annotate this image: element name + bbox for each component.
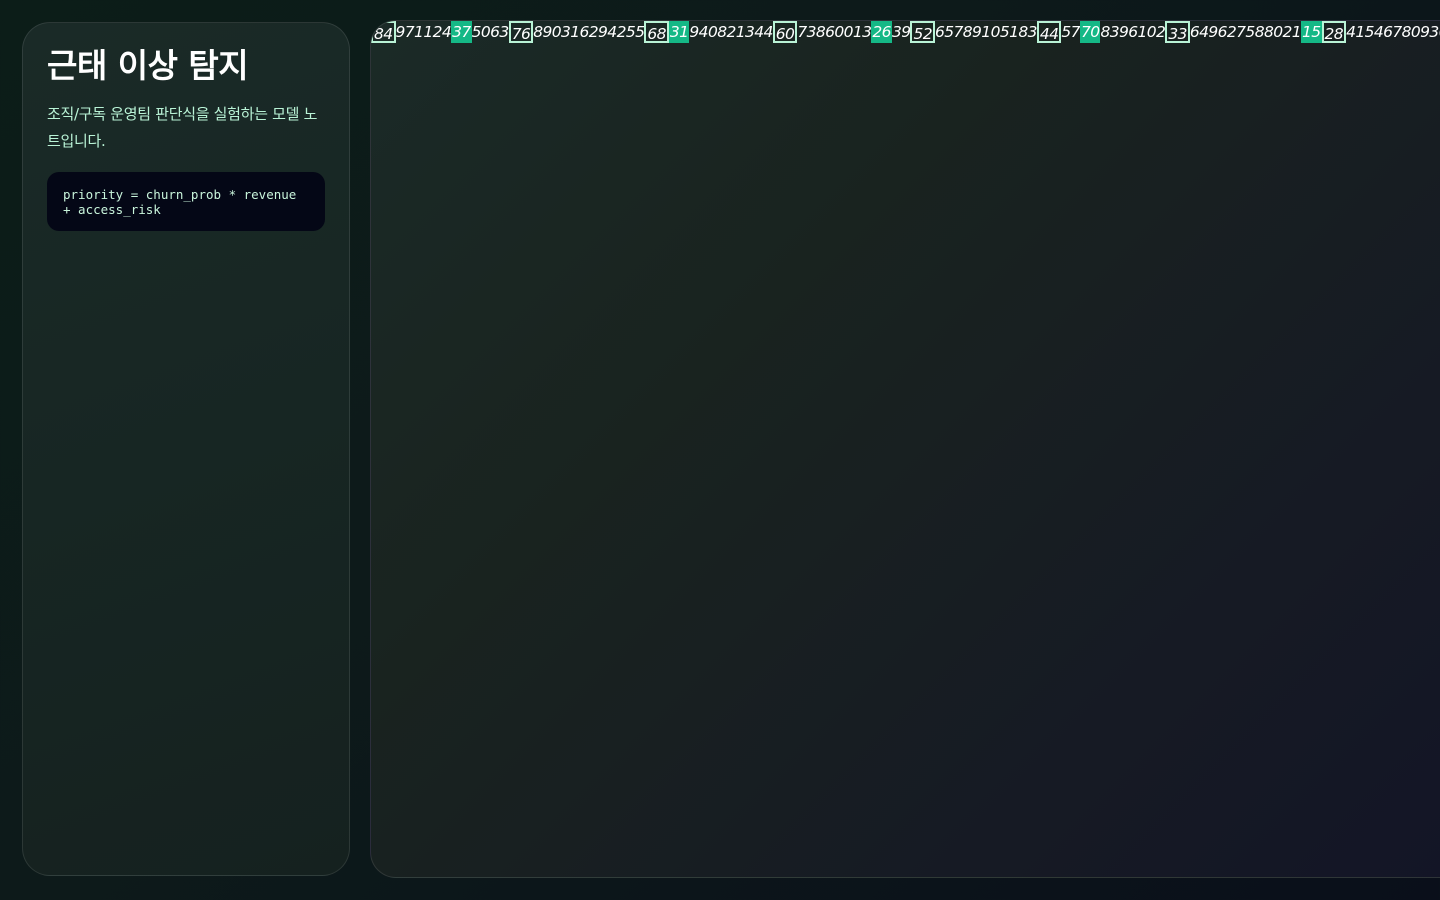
formula-code-block: priority = churn_prob * revenue + access… bbox=[47, 172, 325, 231]
ticker-digits: 65789105183 bbox=[935, 23, 1037, 41]
ticker-boxed-digits: 84 bbox=[371, 21, 396, 43]
ticker-boxed-digits: 52 bbox=[910, 21, 935, 43]
ticker-highlight: 26 bbox=[871, 21, 892, 43]
main-canvas-panel: 84 971124375063 76 890316294255 68 3194082134… bbox=[370, 20, 1440, 878]
ticker-boxed-digits: 44 bbox=[1036, 21, 1062, 43]
ticker-highlight: 15 bbox=[1301, 21, 1322, 43]
ticker-digits: 73860013 bbox=[797, 23, 872, 41]
page-description: 조직/구독 운영팀 판단식을 실험하는 모델 노트입니다. bbox=[47, 105, 318, 150]
ticker-digits: 57 bbox=[1061, 23, 1080, 41]
ticker-digits: 39 bbox=[891, 23, 911, 41]
ticker-digits: 890316294255 bbox=[533, 23, 645, 41]
ticker-boxed-digits: 28 bbox=[1321, 21, 1347, 43]
ticker-highlight: 37 bbox=[451, 21, 472, 43]
ticker-boxed-digits: 76 bbox=[508, 21, 534, 43]
ticker-highlight: 70 bbox=[1079, 21, 1101, 43]
ticker-boxed-digits: 68 bbox=[644, 21, 669, 43]
ticker-digits: 971124 bbox=[395, 23, 452, 41]
ticker-highlight: 31 bbox=[668, 21, 690, 43]
ticker-boxed-digits: 60 bbox=[772, 21, 798, 43]
ticker-digits: 415467809307 bbox=[1346, 23, 1440, 41]
ticker-boxed-digits: 33 bbox=[1165, 21, 1190, 43]
ticker-digits: 6496275880 bbox=[1189, 23, 1283, 41]
ticker-digits: 21 bbox=[1282, 23, 1302, 41]
number-ticker: 84 971124375063 76 890316294255 68 3194082134… bbox=[371, 21, 1440, 45]
sidebar-panel: 근태 이상 탐지 조직/구독 운영팀 판단식을 실험하는 모델 노트입니다. p… bbox=[22, 22, 350, 876]
page-title: 근태 이상 탐지 bbox=[47, 46, 249, 85]
ticker-digits: 940821344 bbox=[689, 23, 773, 41]
ticker-digits: 8396102 bbox=[1100, 23, 1166, 41]
ticker-digits: 5063 bbox=[471, 23, 510, 41]
